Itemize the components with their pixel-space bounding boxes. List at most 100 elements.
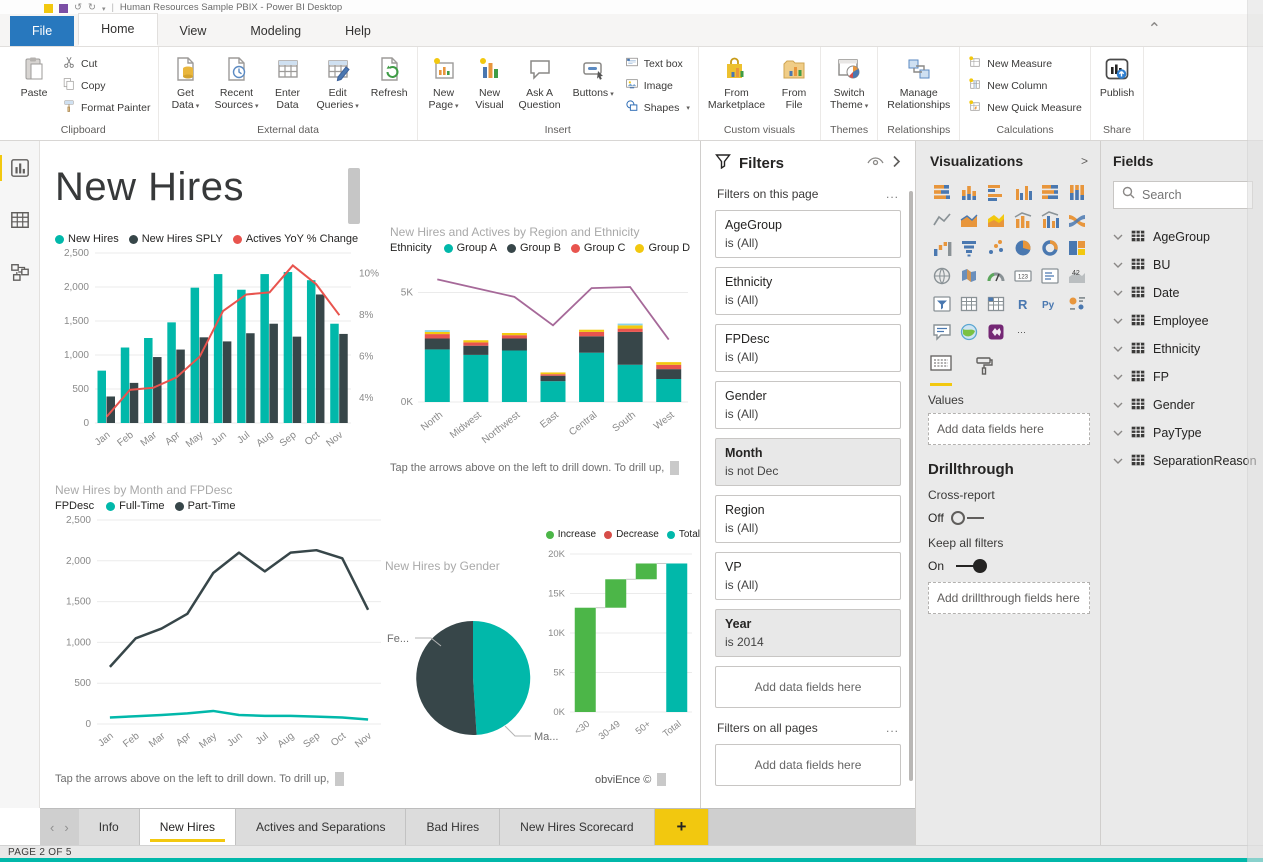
eye-icon[interactable]: [867, 155, 884, 173]
filter-card-fpdesc[interactable]: FPDesc is (All): [715, 324, 901, 372]
undo-icon[interactable]: ↺: [74, 2, 82, 13]
chevron-right-icon[interactable]: [892, 155, 901, 173]
textbox-scrollbar[interactable]: [348, 168, 360, 224]
viz-icon-funnel[interactable]: [955, 235, 982, 261]
chevron-down-icon[interactable]: [1113, 454, 1123, 468]
data-view-button[interactable]: [7, 207, 33, 233]
viz-icon-qa[interactable]: [928, 319, 955, 345]
field-table-gender[interactable]: Gender: [1113, 391, 1253, 419]
chevron-down-icon[interactable]: [1113, 314, 1123, 328]
chevron-down-icon[interactable]: [1113, 398, 1123, 412]
legend-item[interactable]: Group C: [570, 242, 625, 254]
paste-button[interactable]: Paste: [11, 49, 57, 123]
switch-theme-button[interactable]: Switch Theme ▾: [824, 49, 874, 123]
legend-item[interactable]: Actives YoY % Change: [232, 233, 358, 245]
viz-icon-treemap[interactable]: [1063, 235, 1090, 261]
title-textbox[interactable]: New Hires: [55, 165, 360, 229]
viz-icon-key-influencers[interactable]: [1063, 291, 1090, 317]
legend-item[interactable]: Increase: [545, 529, 596, 540]
legend-item[interactable]: Group A: [443, 242, 497, 254]
filter-card-region[interactable]: Region is (All): [715, 495, 901, 543]
model-view-button[interactable]: [7, 259, 33, 285]
chevron-down-icon[interactable]: [1113, 370, 1123, 384]
legend-item[interactable]: New Hires: [55, 233, 119, 245]
from-marketplace-button[interactable]: From Marketplace: [702, 49, 771, 123]
legend-item[interactable]: Total: [666, 529, 700, 540]
values-dropzone[interactable]: Add data fields here: [928, 413, 1090, 445]
viz-icon-stacked-bar[interactable]: [928, 179, 955, 205]
field-table-agegroup[interactable]: AgeGroup: [1113, 223, 1253, 251]
drillthrough-dropzone[interactable]: Add drillthrough fields here: [928, 582, 1090, 614]
chevron-right-icon[interactable]: >: [1081, 154, 1088, 168]
legend-item[interactable]: New Hires SPLY: [128, 233, 223, 245]
text-box-button[interactable]: Text box: [625, 55, 690, 72]
field-table-fp[interactable]: FP: [1113, 363, 1253, 391]
viz-icon-area[interactable]: [955, 207, 982, 233]
scroll-thumb[interactable]: [657, 773, 667, 786]
viz-icon-kpi[interactable]: 42: [1063, 263, 1090, 289]
viz-icon-map[interactable]: [928, 263, 955, 289]
visual-new-hires-combo[interactable]: New Hires New Hires SPLY Actives YoY % Cha…: [55, 233, 385, 473]
chevron-down-icon[interactable]: [1113, 286, 1123, 300]
legend-item[interactable]: Decrease: [604, 529, 659, 540]
visual-fpdesc-lines[interactable]: New Hires by Month and FPDesc FPDesc Full…: [55, 483, 390, 795]
viz-icon-waterfall[interactable]: [928, 235, 955, 261]
edit-queries-button[interactable]: Edit Queries ▾: [311, 49, 365, 123]
page-tab-info[interactable]: Info: [78, 809, 140, 845]
chevron-down-icon[interactable]: [1113, 342, 1123, 356]
viz-icon-pct-stacked-column[interactable]: [1063, 179, 1090, 205]
field-table-ethnicity[interactable]: Ethnicity: [1113, 335, 1253, 363]
refresh-button[interactable]: Refresh: [365, 49, 414, 123]
recent-sources-button[interactable]: Recent Sources ▾: [208, 49, 264, 123]
viz-icon-pct-stacked-bar[interactable]: [1036, 179, 1063, 205]
viz-icon-arcgis[interactable]: [955, 319, 982, 345]
filter-dropzone[interactable]: Add data fields here: [715, 744, 901, 786]
visual-region-ethnicity[interactable]: New Hires and Actives by Region and Ethn…: [390, 225, 700, 475]
filter-card-year[interactable]: Year is 2014: [715, 609, 901, 657]
viz-icon-stacked-area[interactable]: [982, 207, 1009, 233]
region-plot[interactable]: 0K 5K North Midwest Northwest East Central Sout…: [390, 254, 700, 459]
fpdesc-plot[interactable]: 0 500 1,000 1,500 2,000 2,500 Jan Feb Mar Apr May J…: [55, 512, 390, 769]
viz-icon-line-clustered-column[interactable]: [1036, 207, 1063, 233]
viz-icon-filled-map[interactable]: [955, 263, 982, 289]
scroll-thumb[interactable]: [335, 772, 345, 786]
collapse-ribbon-icon[interactable]: ⌃: [1148, 19, 1161, 39]
waterfall-plot[interactable]: 0K 5K 10K 15K 20K <30 30-49 50+ Total: [495, 540, 700, 768]
publish-button[interactable]: Publish: [1094, 49, 1140, 123]
field-table-paytype[interactable]: PayType: [1113, 419, 1253, 447]
ribbon-tab-modeling[interactable]: Modeling: [228, 16, 323, 46]
filters-scrollbar[interactable]: [909, 191, 913, 781]
field-table-date[interactable]: Date: [1113, 279, 1253, 307]
legend-item[interactable]: Group B: [506, 242, 561, 254]
viz-icon-ribbon[interactable]: [1063, 207, 1090, 233]
viz-icon-scatter[interactable]: [982, 235, 1009, 261]
get-data-button[interactable]: Get Data ▾: [162, 49, 208, 123]
chevron-down-icon[interactable]: [1113, 230, 1123, 244]
section-menu-dots[interactable]: ...: [886, 721, 899, 735]
new-visual-button[interactable]: New Visual: [467, 49, 513, 123]
page-tab-bad-hires[interactable]: Bad Hires: [406, 809, 501, 845]
field-table-separationreason[interactable]: SeparationReason: [1113, 447, 1257, 475]
viz-icon-pie[interactable]: [1009, 235, 1036, 261]
viz-icon-clustered-column[interactable]: [1009, 179, 1036, 205]
format-painter-button[interactable]: Format Painter: [62, 99, 150, 116]
tab-format[interactable]: [974, 356, 994, 386]
viz-icon-matrix[interactable]: [982, 291, 1009, 317]
buttons-button[interactable]: Buttons ▾: [567, 49, 620, 123]
section-menu-dots[interactable]: ...: [886, 187, 899, 201]
viz-icon-table[interactable]: [955, 291, 982, 317]
save-icon[interactable]: [59, 4, 68, 13]
new-page-button[interactable]: New Page ▾: [421, 49, 467, 123]
tab-fields[interactable]: [930, 355, 952, 386]
filter-dropzone[interactable]: Add data fields here: [715, 666, 901, 708]
viz-icon-line[interactable]: [928, 207, 955, 233]
copy-button[interactable]: Copy: [62, 77, 150, 94]
prev-page-arrow[interactable]: ‹: [50, 820, 54, 835]
ribbon-tab-help[interactable]: Help: [323, 16, 393, 46]
viz-icon-donut[interactable]: [1036, 235, 1063, 261]
image-button[interactable]: Image: [625, 77, 690, 94]
report-view-button[interactable]: [0, 155, 33, 181]
ribbon-tab-file[interactable]: File: [10, 16, 75, 46]
viz-icon-multi-row-card[interactable]: [1036, 263, 1063, 289]
viz-icon-slicer[interactable]: [928, 291, 955, 317]
